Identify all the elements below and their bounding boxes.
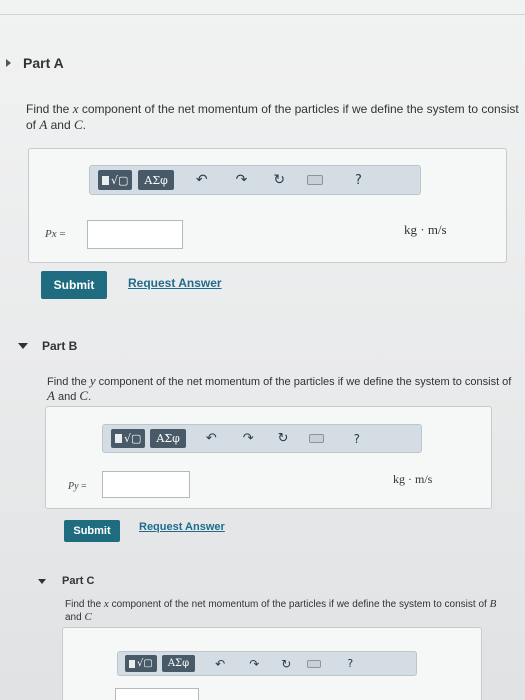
page: Part A Find the x component of the net m… [0,0,525,700]
help-icon[interactable]: ? [355,173,362,188]
part-b-submit-button[interactable]: Submit [64,520,120,542]
reset-icon[interactable]: ↻ [281,657,291,671]
part-b-variable-label: Py = [68,481,87,492]
greek-letters-icon[interactable]: ΑΣφ [138,170,174,190]
part-a-math-toolbar: √▢ ΑΣφ ↶ ↷ ↻ ? [89,165,421,195]
part-a-units: kg · m/s [404,222,447,237]
greek-letters-icon[interactable]: ΑΣφ [150,429,186,448]
part-a-title: Part A [23,55,64,71]
part-b-question: Find the y component of the net momentum… [47,373,512,404]
templates-icon[interactable]: √▢ [125,655,157,672]
part-b-answer-input[interactable] [102,471,190,498]
part-a-question: Find the x component of the net momentum… [26,101,519,132]
part-a-answer-box: √▢ ΑΣφ ↶ ↷ ↻ ? Px = kg · m/s [28,148,507,263]
part-b-title: Part B [42,339,78,353]
part-b-answer-box: √▢ ΑΣφ ↶ ↷ ↻ ? Py = kg · m/s [45,406,492,509]
part-a-submit-button[interactable]: Submit [41,271,107,299]
reset-icon[interactable]: ↻ [273,172,285,188]
keyboard-icon[interactable] [308,434,324,443]
part-c-header[interactable]: Part C [38,575,94,587]
keyboard-icon[interactable] [307,175,324,185]
help-icon[interactable]: ? [347,657,353,670]
part-c-answer-box: √▢ ΑΣφ ↶ ↷ ↻ ? [62,627,482,700]
part-b-units: kg · m/s [393,472,433,486]
greek-letters-icon[interactable]: ΑΣφ [161,655,196,672]
collapse-arrow-icon [6,59,11,67]
part-c-title: Part C [62,575,95,587]
redo-icon[interactable]: ↷ [249,657,259,671]
undo-icon[interactable]: ↶ [215,657,225,671]
part-c-answer-input[interactable] [115,688,199,700]
templates-icon[interactable]: √▢ [98,170,133,190]
part-a-variable-label: Px = [45,228,66,240]
undo-icon[interactable]: ↶ [206,431,217,446]
redo-icon[interactable]: ↷ [243,431,254,446]
part-a-answer-input[interactable] [87,220,183,249]
keyboard-icon[interactable] [307,659,322,668]
part-c-question: Find the x component of the net momentum… [65,598,497,623]
undo-icon[interactable]: ↶ [196,172,208,188]
part-b-math-toolbar: √▢ ΑΣφ ↶ ↷ ↻ ? [102,424,422,453]
collapse-arrow-icon [38,578,46,584]
collapse-arrow-icon [18,343,28,349]
part-b-header[interactable]: Part B [18,339,77,353]
part-b-request-answer-link[interactable]: Request Answer [139,521,225,533]
part-a-header[interactable]: Part A [6,55,64,71]
redo-icon[interactable]: ↷ [236,172,248,188]
help-icon[interactable]: ? [354,432,360,446]
divider [0,14,525,15]
templates-icon[interactable]: √▢ [111,429,146,448]
part-a-request-answer-link[interactable]: Request Answer [128,276,222,290]
reset-icon[interactable]: ↻ [278,431,289,446]
part-c-math-toolbar: √▢ ΑΣφ ↶ ↷ ↻ ? [117,651,417,676]
